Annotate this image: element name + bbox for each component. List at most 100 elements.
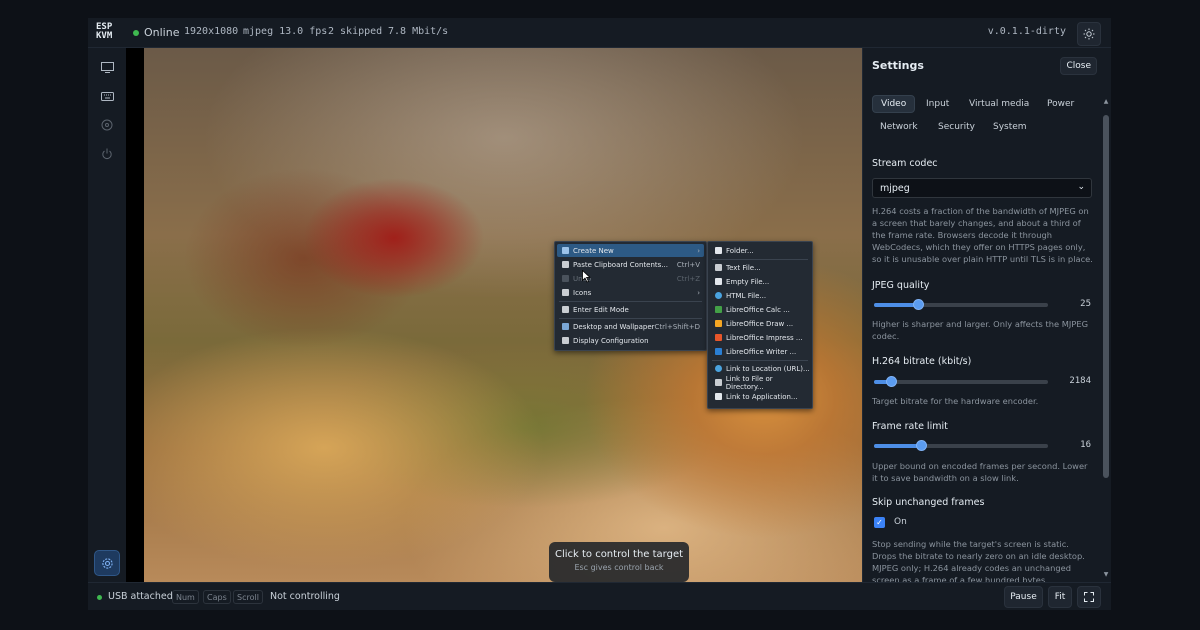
jpeg-quality-slider[interactable] — [874, 299, 1048, 310]
close-settings-button[interactable]: Close — [1060, 57, 1097, 75]
menu-item-edit-mode[interactable]: Enter Edit Mode — [557, 303, 704, 316]
frame-rate-description: Upper bound on encoded frames per second… — [872, 461, 1088, 483]
codec-fps-stat: mjpeg 13.0 fps — [243, 26, 328, 37]
submenu-item-html-file[interactable]: HTML File... — [710, 289, 810, 302]
menu-item-icons[interactable]: Icons › — [557, 286, 704, 299]
empty-file-icon — [715, 278, 722, 285]
jpeg-quality-label: JPEG quality — [872, 280, 930, 291]
writer-icon — [715, 348, 722, 355]
submenu-item-label: Link to Application... — [726, 392, 798, 401]
power-icon[interactable] — [99, 146, 115, 162]
h264-bitrate-description: Target bitrate for the hardware encoder. — [872, 396, 1039, 406]
stream-codec-select[interactable]: mjpeg ⌄ — [872, 178, 1092, 198]
submenu-item-impress[interactable]: LibreOffice Impress ... — [710, 331, 810, 344]
num-lock-badge: Num — [172, 590, 199, 604]
submenu-item-text-file[interactable]: Text File... — [710, 261, 810, 274]
scroll-up-icon[interactable]: ▲ — [1103, 98, 1109, 105]
submenu-item-draw[interactable]: LibreOffice Draw ... — [710, 317, 810, 330]
chevron-down-icon: ⌄ — [1077, 182, 1085, 192]
link-file-icon — [715, 379, 722, 386]
slider-knob[interactable] — [915, 440, 927, 451]
submenu-item-empty-file[interactable]: Empty File... — [710, 275, 810, 288]
menu-separator — [712, 259, 808, 260]
caps-lock-badge: Caps — [203, 590, 231, 604]
connection-status: Online — [144, 26, 180, 39]
monitor-icon[interactable] — [99, 59, 115, 75]
stream-codec-label: Stream codec — [872, 158, 938, 169]
calc-icon — [715, 306, 722, 313]
menu-separator — [559, 301, 702, 302]
submenu-item-label: Link to File or Directory... — [725, 374, 773, 391]
skip-unchanged-checkbox-label[interactable]: On — [894, 517, 907, 527]
pause-button[interactable]: Pause — [1004, 586, 1043, 608]
slider-knob[interactable] — [912, 299, 924, 310]
version-label: v.0.1.1-dirty — [987, 26, 1066, 37]
settings-title: Settings — [872, 59, 924, 72]
settings-button[interactable] — [94, 550, 120, 576]
jpeg-quality-description: Higher is sharper and larger. Only affec… — [872, 319, 1089, 341]
edit-icon — [562, 306, 569, 313]
tab-input[interactable]: Input — [918, 95, 957, 113]
skip-unchanged-checkbox[interactable]: ✓ — [874, 517, 885, 528]
menu-item-paste[interactable]: Paste Clipboard Contents... Ctrl+V — [557, 258, 704, 271]
remote-screen[interactable]: Create New › Paste Clipboard Contents...… — [144, 48, 862, 582]
tab-video[interactable]: Video — [872, 95, 916, 113]
slider-fill — [874, 444, 921, 448]
menu-item-label: Desktop and Wallpaper — [573, 322, 655, 331]
tab-virtual-media[interactable]: Virtual media — [961, 95, 1037, 113]
bitrate-stat: 7.8 Mbit/s — [388, 26, 449, 37]
scroll-down-icon[interactable]: ▼ — [1103, 571, 1109, 578]
impress-icon — [715, 334, 722, 341]
icons-icon — [562, 289, 569, 296]
media-icon[interactable] — [99, 117, 115, 133]
menu-item-display-config[interactable]: Display Configuration — [557, 334, 704, 347]
settings-panel: Settings Close Video Input Virtual media… — [862, 48, 1111, 582]
sun-icon — [1083, 28, 1095, 40]
status-dot — [133, 30, 139, 36]
stream-codec-description: H.264 costs a fraction of the bandwidth … — [872, 206, 1093, 264]
skipped-stat: 2 skipped — [328, 26, 383, 37]
submenu-item-folder[interactable]: Folder... — [710, 244, 810, 257]
tab-network[interactable]: Network — [872, 118, 926, 136]
logo: ESP KVM — [96, 23, 122, 43]
jpeg-quality-value: 25 — [1080, 299, 1091, 309]
top-bar: ESP KVM Online 1920x1080 mjpeg 13.0 fps … — [88, 18, 1111, 48]
h264-bitrate-label: H.264 bitrate (kbit/s) — [872, 356, 972, 367]
menu-item-label: Icons — [573, 288, 592, 297]
tab-system[interactable]: System — [985, 118, 1035, 136]
tab-power[interactable]: Power — [1039, 95, 1082, 113]
keyboard-icon[interactable] — [99, 88, 115, 104]
wallpaper-icon — [562, 323, 569, 330]
submenu-item-link-app[interactable]: Link to Application... — [710, 390, 810, 403]
frame-rate-slider[interactable] — [874, 440, 1048, 451]
menu-item-label: Paste Clipboard Contents... — [573, 260, 668, 269]
theme-toggle-button[interactable] — [1077, 22, 1101, 46]
h264-bitrate-slider[interactable] — [874, 376, 1048, 387]
control-hint[interactable]: Click to control the target Esc gives co… — [549, 542, 689, 582]
menu-item-create-new[interactable]: Create New › — [557, 244, 704, 257]
scroll-thumb[interactable] — [1103, 115, 1109, 478]
submenu-item-label: LibreOffice Writer ... — [726, 347, 797, 356]
draw-icon — [715, 320, 722, 327]
menu-item-label: Enter Edit Mode — [573, 305, 629, 314]
submenu-item-link-url[interactable]: Link to Location (URL)... — [710, 362, 810, 375]
submenu-item-calc[interactable]: LibreOffice Calc ... — [710, 303, 810, 316]
submenu-item-writer[interactable]: LibreOffice Writer ... — [710, 345, 810, 358]
frame-rate-value: 16 — [1080, 440, 1091, 450]
fit-button[interactable]: Fit — [1048, 586, 1072, 608]
context-menu: Create New › Paste Clipboard Contents...… — [554, 241, 707, 351]
mouse-cursor-icon — [582, 270, 591, 283]
app-icon — [715, 393, 722, 400]
tab-security[interactable]: Security — [930, 118, 983, 136]
settings-scrollbar[interactable]: ▲ ▼ — [1103, 98, 1109, 578]
fullscreen-button[interactable] — [1077, 586, 1101, 608]
submenu-item-link-file[interactable]: Link to File or Directory... — [710, 374, 810, 391]
submenu-item-label: Link to Location (URL)... — [726, 364, 810, 373]
text-file-icon — [715, 264, 722, 271]
skip-unchanged-label: Skip unchanged frames — [872, 497, 985, 508]
slider-knob[interactable] — [886, 376, 898, 387]
globe-icon — [715, 365, 722, 372]
left-rail — [88, 48, 126, 582]
menu-item-desktop-wallpaper[interactable]: Desktop and Wallpaper Ctrl+Shift+D — [557, 320, 704, 333]
hint-title: Click to control the target — [554, 549, 684, 560]
